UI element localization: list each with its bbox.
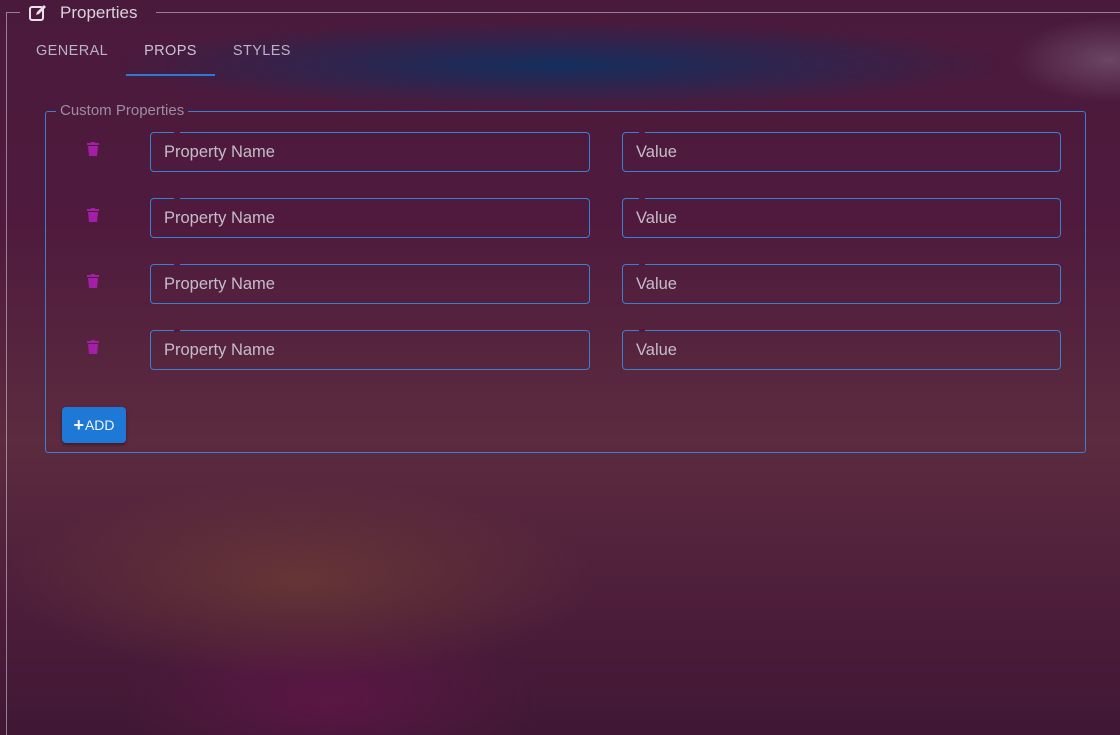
trash-icon[interactable]: [86, 273, 100, 289]
custom-properties-group: Custom Properties Property Name Value Pr…: [45, 102, 1086, 453]
add-button-label: ADD: [84, 417, 115, 433]
trash-icon[interactable]: [86, 339, 100, 355]
tab-props[interactable]: PROPS: [126, 36, 215, 76]
property-name-input[interactable]: [150, 264, 590, 304]
panel-title: Properties: [60, 3, 138, 22]
panel-header: Properties: [20, 1, 151, 25]
trash-icon[interactable]: [86, 207, 100, 223]
property-row: [46, 310, 1085, 370]
add-property-button[interactable]: + ADD: [62, 407, 126, 443]
trash-icon[interactable]: [86, 141, 100, 157]
property-value-input[interactable]: [622, 132, 1061, 172]
property-value-input[interactable]: [622, 330, 1061, 370]
property-row: [46, 112, 1085, 172]
edit-icon: [28, 3, 48, 23]
tab-bar: GENERAL PROPS STYLES: [18, 36, 309, 76]
plus-icon: +: [73, 414, 84, 435]
property-name-input[interactable]: [150, 330, 590, 370]
tab-general[interactable]: GENERAL: [18, 36, 126, 76]
property-name-input[interactable]: [150, 132, 590, 172]
property-row: [46, 178, 1085, 238]
property-value-input[interactable]: [622, 264, 1061, 304]
property-value-input[interactable]: [622, 198, 1061, 238]
property-name-input[interactable]: [150, 198, 590, 238]
tab-styles[interactable]: STYLES: [215, 36, 309, 76]
property-row: [46, 244, 1085, 304]
